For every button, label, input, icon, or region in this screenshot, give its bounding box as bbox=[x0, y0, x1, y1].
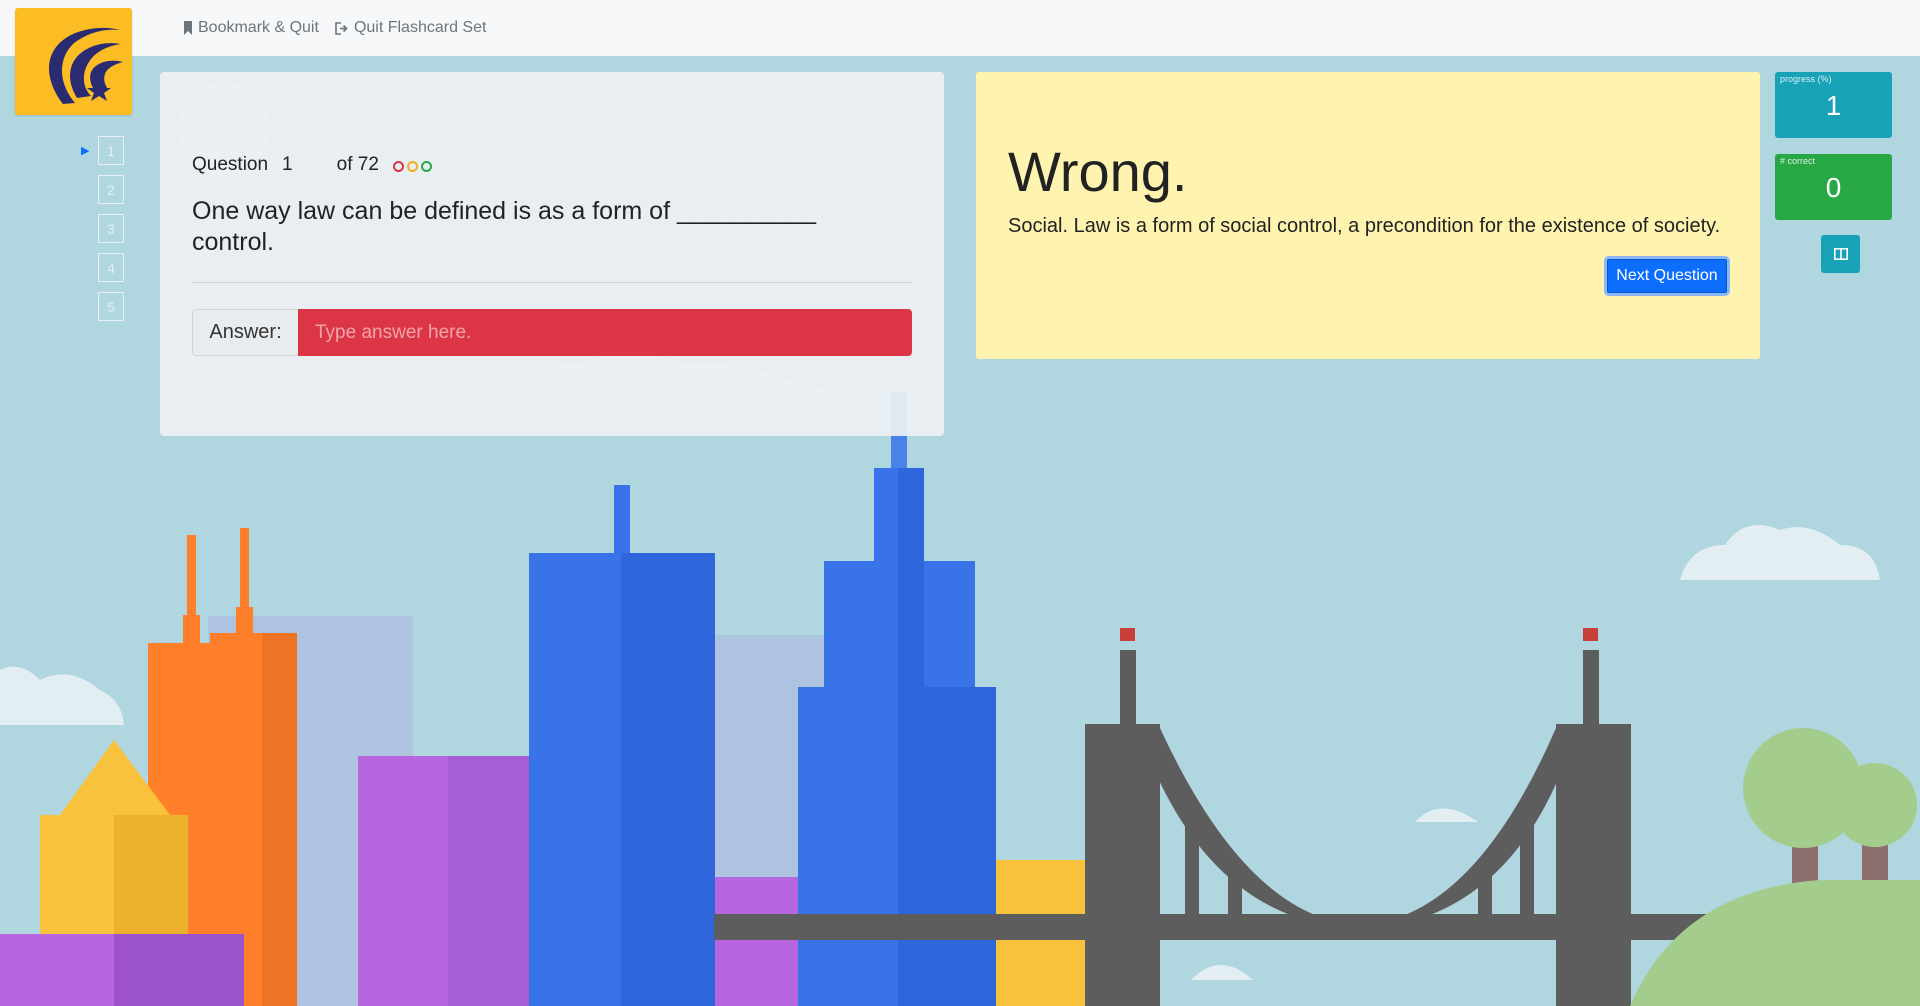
question-index-item[interactable]: 4 bbox=[98, 253, 124, 282]
bookmark-quit-link[interactable]: Bookmark & Quit bbox=[183, 19, 319, 37]
hill-and-trees bbox=[1630, 728, 1920, 1006]
status-dot-red bbox=[392, 161, 404, 172]
question-status-dots bbox=[392, 161, 432, 172]
question-index-item[interactable]: 2 bbox=[98, 175, 124, 204]
question-card: Question 1 of 72 One way law can be defi… bbox=[160, 72, 944, 436]
question-number: 1 bbox=[282, 154, 293, 175]
question-index-item[interactable]: 3 bbox=[98, 214, 124, 243]
answer-label: Answer: bbox=[192, 309, 298, 356]
feedback-explanation: Social. Law is a form of social control,… bbox=[1008, 215, 1721, 237]
quit-flashcard-link[interactable]: Quit Flashcard Set bbox=[335, 19, 487, 37]
progress-stat: progress (%) 1 bbox=[1775, 72, 1892, 138]
bookmark-icon bbox=[184, 21, 192, 35]
top-nav-links: Bookmark & Quit Quit Flashcard Set bbox=[183, 0, 486, 56]
question-index-item[interactable]: ▶ 1 bbox=[81, 136, 124, 165]
status-dot-yellow bbox=[406, 161, 418, 172]
feedback-card: Wrong. Social. Law is a form of social c… bbox=[976, 72, 1760, 359]
progress-label: progress (%) bbox=[1780, 74, 1832, 84]
sign-out-icon bbox=[335, 21, 348, 35]
top-navbar: Bookmark & Quit Quit Flashcard Set bbox=[0, 0, 1920, 56]
correct-label: # correct bbox=[1780, 156, 1816, 166]
logo-icon bbox=[49, 27, 123, 105]
next-question-button[interactable]: Next Question bbox=[1604, 256, 1730, 296]
split-layout-icon bbox=[1833, 248, 1848, 260]
question-header: Question 1 of 72 bbox=[192, 154, 432, 176]
question-total: of 72 bbox=[336, 154, 379, 175]
progress-value: 1 bbox=[1825, 90, 1842, 121]
bookmark-quit-label: Bookmark & Quit bbox=[198, 19, 319, 36]
status-dot-green bbox=[420, 161, 432, 172]
logo[interactable] bbox=[15, 8, 132, 115]
current-question-arrow-icon: ▶ bbox=[81, 145, 90, 157]
answer-input[interactable] bbox=[298, 309, 912, 356]
feedback-title: Wrong. bbox=[1008, 140, 1188, 203]
correct-stat: # correct 0 bbox=[1775, 154, 1892, 220]
question-label: Question bbox=[192, 154, 269, 175]
layout-toggle-button[interactable] bbox=[1821, 235, 1860, 273]
answer-group: Answer: bbox=[192, 309, 912, 356]
divider bbox=[192, 282, 912, 283]
question-index-item[interactable]: 5 bbox=[98, 292, 124, 321]
question-text: One way law can be defined is as a form … bbox=[192, 197, 817, 256]
question-index: ▶ 1 2 3 4 5 bbox=[80, 136, 124, 331]
correct-value: 0 bbox=[1825, 172, 1842, 203]
quit-flashcard-label: Quit Flashcard Set bbox=[353, 19, 487, 36]
